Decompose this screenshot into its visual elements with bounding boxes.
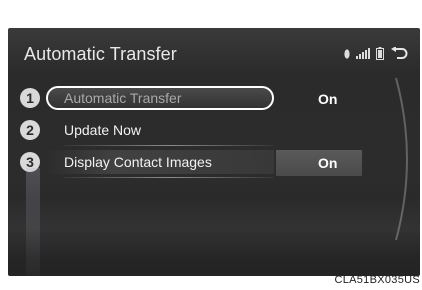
bluetooth-icon [344,48,350,59]
list-item-update-now[interactable]: 2 Update Now [8,118,420,148]
figure-code: CLA51BX035US [334,274,420,286]
list-item-automatic-transfer[interactable]: 1 Automatic Transfer On [8,86,420,116]
item-label: Automatic Transfer [64,90,182,106]
callout-number: 1 [20,88,40,108]
battery-icon [376,47,384,60]
screen-reflection [8,198,420,258]
item-button[interactable]: Update Now [46,118,274,142]
row-divider [64,145,274,146]
item-value: On [318,91,338,107]
item-button[interactable]: Display Contact Images [46,150,274,174]
row-divider [64,177,274,178]
item-value: On [318,155,338,171]
signal-bars-icon [356,48,370,59]
status-icons [344,47,408,60]
title-bar: Automatic Transfer [8,28,420,80]
screen-title: Automatic Transfer [24,44,177,64]
item-value-cell: On [276,86,362,112]
callout-number: 2 [20,120,40,140]
item-label: Display Contact Images [64,154,212,170]
item-value-cell: On [276,150,362,176]
list-item-display-contact-images[interactable]: 3 Display Contact Images On [8,150,420,180]
figure-frame: Automatic Transfer 1 Automatic Transfer … [0,0,422,290]
item-button[interactable]: Automatic Transfer [46,86,274,110]
back-arrow-icon[interactable] [390,47,408,60]
item-label: Update Now [64,122,142,138]
display-screen: Automatic Transfer 1 Automatic Transfer … [8,28,420,276]
